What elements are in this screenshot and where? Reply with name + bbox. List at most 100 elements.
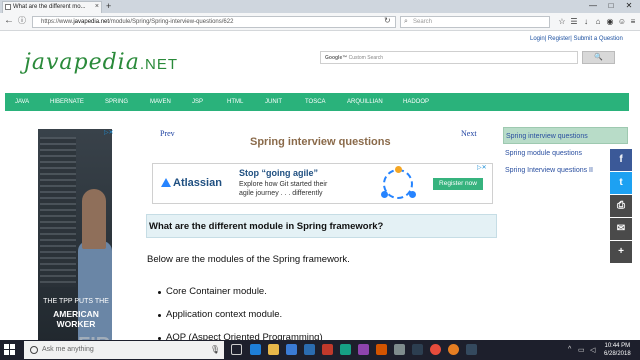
list-item: Application context module. (166, 309, 283, 320)
app-icon[interactable] (394, 344, 405, 355)
ad-server-racks-image (40, 137, 76, 287)
smiley-icon[interactable]: ☺ (617, 17, 627, 27)
print-icon[interactable]: ⎙ (610, 195, 632, 217)
cortana-search-input[interactable]: Ask me anything 🎙 (24, 341, 224, 359)
cortana-placeholder: Ask me anything (42, 346, 94, 353)
bullet-icon (158, 291, 161, 294)
menu-item-tosca[interactable]: TOSCA (305, 93, 326, 111)
url-path: /module/Spring/Spring-interview-question… (109, 19, 234, 25)
atlassian-logo: Atlassian (161, 177, 222, 189)
mail-icon[interactable] (304, 344, 315, 355)
google-custom-search-input[interactable]: Google™ Custom Search (320, 51, 578, 64)
maximize-button[interactable]: □ (602, 0, 620, 12)
logo-main: javapedia (24, 50, 140, 75)
menu-item-maven[interactable]: MAVEN (150, 93, 171, 111)
windows-taskbar: Ask me anything 🎙 ^ ▭ ◁ 10:44 PM 6/28/20… (0, 340, 640, 360)
browser-search-input[interactable]: ⌕ Search (400, 16, 550, 28)
menu-item-html[interactable]: HTML (227, 93, 243, 111)
prev-link[interactable]: Prev (160, 129, 175, 138)
chrome-icon[interactable] (430, 344, 441, 355)
tab-title: What are the different mo... (13, 4, 86, 10)
app-icon[interactable] (412, 344, 423, 355)
ad-text-line-1: THE TPP PUTS THE (43, 298, 109, 305)
app-icon[interactable] (340, 344, 351, 355)
tray-chevron-icon[interactable]: ^ (568, 346, 571, 353)
menu-item-java[interactable]: JAVA (15, 93, 29, 111)
back-button[interactable]: ← (4, 15, 14, 27)
minimize-button[interactable]: — (584, 0, 602, 12)
brand-name: Atlassian (173, 177, 222, 189)
cortana-icon (30, 346, 38, 354)
adchoices-icon[interactable]: ▷✕ (477, 164, 487, 171)
menu-item-arquillian[interactable]: ARQUILLIAN (347, 93, 383, 111)
star-icon[interactable]: ☆ (557, 17, 567, 27)
ad-headline: Stop “going agile” (239, 168, 318, 178)
sidebar-item-spring-interview-questions[interactable]: Spring interview questions (503, 127, 628, 144)
answer-intro: Below are the modules of the Spring fram… (147, 254, 350, 265)
menu-icon[interactable]: ≡ (628, 17, 638, 27)
search-icon: ⌕ (404, 18, 408, 25)
app-icon[interactable] (466, 344, 477, 355)
new-tab-button[interactable]: + (106, 1, 111, 11)
page-title: Spring interview questions (250, 136, 391, 148)
clock-date: 6/28/2018 (604, 351, 631, 357)
facebook-icon[interactable]: f (610, 149, 632, 171)
windows-start-icon[interactable] (4, 344, 16, 356)
email-icon[interactable]: ✉ (610, 218, 632, 240)
reading-list-icon[interactable]: ☰ (569, 17, 579, 27)
custom-search-label: Custom Search (348, 55, 384, 61)
cycle-dot-icon (381, 191, 388, 198)
google-label: Google™ (325, 55, 348, 61)
search-placeholder: Search (413, 19, 433, 25)
menu-item-spring[interactable]: SPRING (105, 93, 128, 111)
close-tab-icon[interactable]: × (95, 3, 99, 10)
taskbar-clock[interactable]: 10:44 PM 6/28/2018 (604, 342, 631, 358)
address-bar[interactable]: https://www.javapedia.net/module/Spring/… (32, 16, 396, 28)
twitter-icon[interactable]: t (610, 172, 632, 194)
register-now-button[interactable]: Register now (433, 178, 483, 190)
download-icon[interactable]: ↓ (581, 17, 591, 27)
atlassian-logo-icon (161, 178, 171, 187)
close-window-button[interactable]: ✕ (620, 0, 638, 12)
question-heading: What are the different module in Spring … (146, 214, 497, 238)
bullet-icon (158, 314, 161, 317)
browser-nav-bar: ← ⓘ https://www.javapedia.net/module/Spr… (0, 13, 640, 31)
app-icon[interactable] (376, 344, 387, 355)
home-icon[interactable]: ⌂ (593, 17, 603, 27)
store-icon[interactable] (286, 344, 297, 355)
microphone-icon[interactable]: 🎙 (210, 345, 220, 354)
account-links[interactable]: Login| Register| Submit a Question (530, 36, 623, 42)
network-icon[interactable]: ▭ (578, 346, 585, 354)
app-icon[interactable] (322, 344, 333, 355)
edge-icon[interactable] (250, 344, 261, 355)
url-prefix: https://www. (41, 19, 74, 25)
menu-item-hadoop[interactable]: HADOOP (403, 93, 429, 111)
menu-item-junit[interactable]: JUNIT (265, 93, 282, 111)
browser-tab[interactable]: What are the different mo... × (2, 1, 102, 13)
ad-subline-2: agile journey . . . differently (239, 190, 323, 197)
search-button[interactable]: 🔍 (582, 51, 615, 64)
menu-item-hibernate[interactable]: HIBERNATE (50, 93, 84, 111)
firefox-icon[interactable] (448, 344, 459, 355)
main-menu: JAVA HIBERNATE SPRING MAVEN JSP HTML JUN… (5, 93, 629, 111)
pocket-icon[interactable]: ◉ (605, 17, 615, 27)
explorer-icon[interactable] (268, 344, 279, 355)
ad-subline-1: Explore how Git started their (239, 181, 328, 188)
menu-item-jsp[interactable]: JSP (192, 93, 203, 111)
atlassian-ad-banner[interactable]: Atlassian Stop “going agile” Explore how… (152, 163, 493, 204)
site-logo[interactable]: javapedia.NET (24, 50, 178, 75)
app-icon[interactable] (358, 344, 369, 355)
share-icon[interactable]: + (610, 241, 632, 263)
clock-time: 10:44 PM (604, 343, 631, 349)
task-view-icon[interactable] (231, 344, 242, 355)
adchoices-icon[interactable]: ▷✕ (104, 129, 114, 136)
page-favicon-icon (5, 4, 11, 10)
reload-icon[interactable]: ↻ (384, 16, 391, 25)
volume-icon[interactable]: ◁ (590, 346, 595, 354)
list-item: Core Container module. (166, 286, 267, 297)
info-icon[interactable]: ⓘ (18, 15, 26, 27)
cycle-dot-icon (409, 191, 416, 198)
next-link[interactable]: Next (461, 129, 477, 138)
browser-tab-bar: What are the different mo... × + — □ ✕ (0, 0, 640, 13)
logo-suffix: .NET (139, 56, 178, 73)
